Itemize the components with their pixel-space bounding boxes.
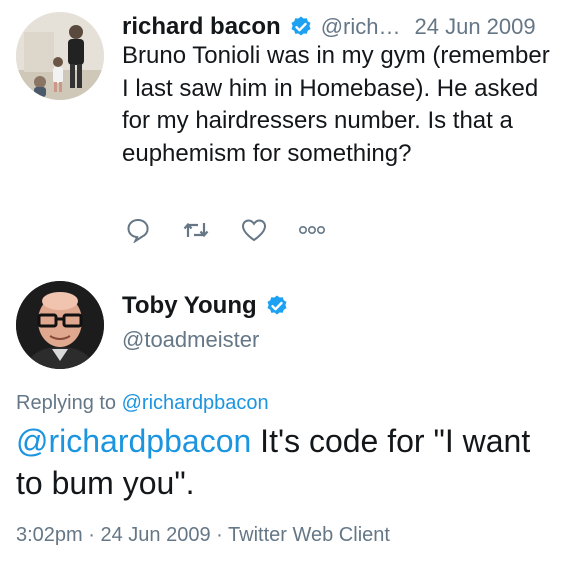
author-handle[interactable]: @rich…	[321, 14, 401, 40]
author-name[interactable]: Toby Young	[122, 292, 257, 320]
author-handle[interactable]: @toadmeister	[122, 327, 259, 353]
reply-context-tweet: richard bacon @rich… 24 Jun 2009 Bruno T…	[0, 0, 571, 262]
tweet-text: @richardpbacon It's code for "I want to …	[16, 420, 556, 504]
meta-separator: ·	[210, 524, 229, 546]
tweet-time[interactable]: 3:02pm	[16, 524, 83, 546]
verified-badge-icon	[265, 294, 289, 318]
retweet-icon[interactable]	[182, 216, 210, 244]
tweet-client: Twitter Web Client	[228, 524, 390, 546]
richard-bacon-avatar[interactable]	[16, 12, 104, 100]
mention-link[interactable]: @richardpbacon	[16, 423, 251, 459]
tweet-date[interactable]: 24 Jun 2009	[101, 524, 211, 546]
like-icon[interactable]	[240, 216, 268, 244]
tweet-meta: 3:02pm · 24 Jun 2009 · Twitter Web Clien…	[16, 524, 390, 547]
author-header: Toby Young	[122, 292, 289, 320]
tweet-text: Bruno Tonioli was in my gym (remember I …	[122, 42, 550, 167]
replying-to-link[interactable]: @richardpbacon	[122, 392, 269, 414]
reply-icon[interactable]	[124, 216, 152, 244]
toby-young-avatar[interactable]	[16, 281, 104, 369]
tweet-actions	[124, 216, 356, 244]
tweet-date[interactable]: 24 Jun 2009	[415, 14, 536, 40]
reply-context-header: richard bacon @rich… 24 Jun 2009	[122, 10, 562, 44]
more-icon[interactable]	[298, 216, 326, 244]
replying-prefix: Replying to	[16, 392, 122, 414]
replying-to: Replying to @richardpbacon	[16, 392, 269, 415]
verified-badge-icon	[289, 15, 313, 39]
author-name[interactable]: richard bacon	[122, 13, 281, 41]
meta-separator: ·	[82, 524, 101, 546]
